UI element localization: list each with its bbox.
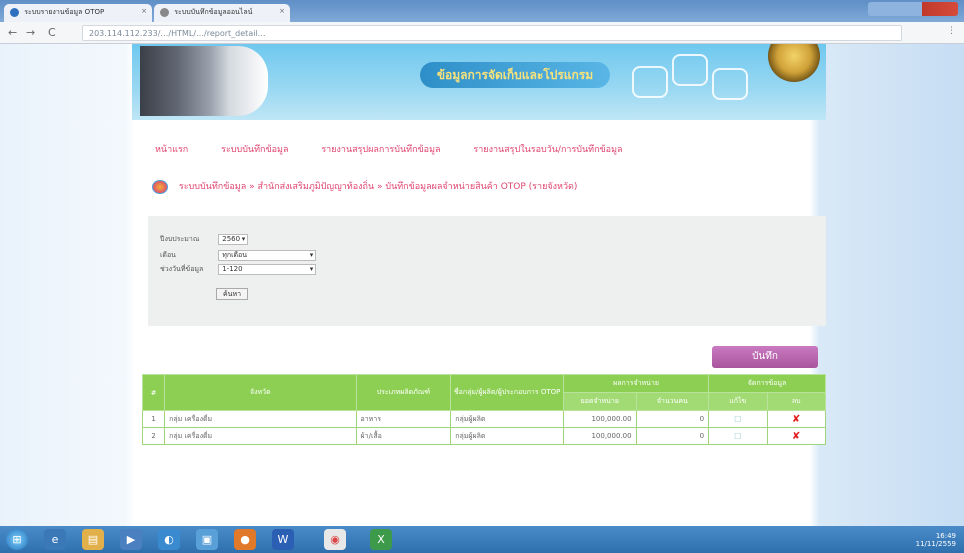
cell-group: กลุ่มผู้ผลิต [450, 427, 565, 445]
cell-province: กลุ่ม เครื่องดื่ม [164, 410, 357, 428]
breadcrumb-text: ระบบบันทึกข้อมูล » สำนักส่งเสริมภูมิปัญญ… [178, 182, 578, 192]
menu-icon[interactable]: ⋮ [947, 26, 956, 36]
browser-tab-2[interactable]: ระบบบันทึกข้อมูลออนไลน์ × [154, 4, 290, 22]
menu-item-record[interactable]: ระบบบันทึกข้อมูล [221, 145, 288, 155]
menu-item-report[interactable]: รายงานสรุปผลการบันทึกข้อมูล [321, 145, 440, 155]
back-icon[interactable]: ← [8, 26, 17, 39]
page-icon [160, 7, 169, 17]
flower-icon [152, 179, 168, 194]
year-label: ปีงบประมาณ [160, 235, 200, 243]
hexagon-decoration [672, 54, 708, 86]
servers-image [140, 46, 268, 116]
firefox-icon[interactable]: ● [234, 529, 256, 550]
delete-icon[interactable]: ✘ [792, 431, 800, 442]
cell-amount: 100,000.00 [563, 427, 637, 445]
ie-icon[interactable]: e [44, 529, 66, 550]
search-button[interactable]: ค้นหา [216, 288, 249, 300]
date-label: ช่วงวันที่ข้อมูล [160, 265, 204, 273]
url-input[interactable]: 203.114.112.233/…/HTML/…/report_detail… [82, 25, 902, 41]
delete-icon[interactable]: ✘ [792, 414, 800, 425]
app-icon[interactable]: ◐ [158, 529, 180, 550]
system-tray[interactable]: 16:49 11/11/2559 [916, 532, 956, 548]
date-select[interactable]: 1-120 [218, 264, 317, 275]
month-label: เดือน [160, 251, 176, 259]
filter-panel: ปีงบประมาณ 2560 เดือน ทุกเดือน ช่วงวันที… [148, 216, 826, 326]
column-header-amount: ยอดจำหน่าย [563, 392, 637, 411]
clock-date: 11/11/2559 [915, 540, 956, 548]
delete-cell: ✘ [766, 427, 826, 445]
forward-icon[interactable]: → [26, 26, 35, 39]
cell-amount: 100,000.00 [563, 410, 637, 428]
menu-item-summary[interactable]: รายงานสรุปในรอบวัน/การบันทึกข้อมูล [473, 145, 622, 155]
cell-no: 2 [141, 427, 166, 445]
filter-year-row: ปีงบประมาณ 2560 [160, 234, 249, 245]
excel-icon[interactable]: X [370, 529, 392, 550]
clock-time: 16:49 [935, 532, 956, 540]
edit-cell: ☐ [708, 427, 768, 445]
page-viewport: ข้อมูลการจัดเก็บและโปรแกรม หน้าแรก ระบบบ… [0, 44, 964, 526]
tab-label: ระบบบันทึกข้อมูลออนไลน์ [174, 8, 253, 16]
table-row: 1 กลุ่ม เครื่องดื่ม อาหาร กลุ่มผู้ผลิต 1… [141, 410, 826, 428]
media-icon[interactable]: ▶ [120, 529, 142, 550]
cell-type: ผ้า/เสื้อ [355, 427, 452, 445]
browser-tab-1[interactable]: ระบบรายงานข้อมูล OTOP × [4, 4, 152, 22]
edit-cell: ☐ [708, 410, 768, 428]
cell-province: กลุ่ม เครื่องดื่ม [164, 427, 357, 445]
month-select[interactable]: ทุกเดือน [218, 250, 317, 261]
table-row: 2 กลุ่ม เครื่องดื่ม ผ้า/เสื้อ กลุ่มผู้ผล… [141, 427, 826, 445]
add-record-button[interactable]: บันทึก [712, 346, 818, 368]
filter-date-row: ช่วงวันที่ข้อมูล 1-120 [160, 264, 317, 275]
address-bar: ← → C 203.114.112.233/…/HTML/…/report_de… [0, 22, 964, 44]
reload-icon[interactable]: C [48, 26, 56, 39]
window-controls[interactable] [868, 2, 958, 16]
government-seal-logo [768, 44, 820, 82]
cell-type: อาหาร [355, 410, 452, 428]
column-header-group: ชื่อกลุ่ม/ผู้ผลิต/ผู้ประกอบการ OTOP [450, 374, 565, 411]
word-icon[interactable]: W [272, 529, 294, 550]
hexagon-decoration [632, 66, 668, 98]
os-taskbar: ⊞ e ▤ ▶ ◐ ▣ ● W ◉ X 16:49 11/11/2559 [0, 526, 964, 553]
banner-title: ข้อมูลการจัดเก็บและโปรแกรม [420, 62, 610, 88]
column-header-edit: แก้ไข [708, 392, 768, 411]
column-header-no: # [141, 374, 166, 411]
column-header-province: จังหวัด [164, 374, 357, 411]
browser-tabbar: ระบบรายงานข้อมูล OTOP × ระบบบันทึกข้อมูล… [0, 0, 964, 22]
year-select[interactable]: 2560 [218, 234, 249, 245]
column-header-count: จำนวนคน [635, 392, 710, 411]
close-icon[interactable]: × [141, 7, 147, 15]
edit-icon[interactable]: ☐ [734, 432, 741, 441]
edit-icon[interactable]: ☐ [734, 415, 741, 424]
filter-month-row: เดือน ทุกเดือน [160, 250, 317, 261]
main-menu: หน้าแรก ระบบบันทึกข้อมูล รายงานสรุปผลการ… [155, 142, 653, 156]
column-header-manage: จัดการข้อมูล [708, 374, 826, 393]
records-table: # จังหวัด ประเภทผลิตภัณฑ์ ชื่อกลุ่ม/ผู้ผ… [141, 374, 826, 445]
breadcrumb: ระบบบันทึกข้อมูล » สำนักส่งเสริมภูมิปัญญ… [152, 179, 577, 194]
folder-icon[interactable]: ▤ [82, 529, 104, 550]
globe-icon [10, 7, 19, 17]
cell-no: 1 [141, 410, 166, 428]
menu-item-home[interactable]: หน้าแรก [155, 145, 188, 155]
close-icon[interactable]: × [279, 7, 285, 15]
window-icon[interactable]: ▣ [196, 529, 218, 550]
cell-count: 0 [635, 427, 710, 445]
site-banner: ข้อมูลการจัดเก็บและโปรแกรม [132, 44, 826, 120]
column-header-type: ประเภทผลิตภัณฑ์ [355, 374, 452, 411]
column-header-delete: ลบ [766, 392, 826, 411]
start-icon[interactable]: ⊞ [6, 529, 28, 550]
column-header-sales: ผลการจำหน่าย [563, 374, 710, 393]
chrome-icon[interactable]: ◉ [324, 529, 346, 550]
cell-group: กลุ่มผู้ผลิต [450, 410, 565, 428]
cell-count: 0 [635, 410, 710, 428]
hexagon-decoration [712, 68, 748, 100]
tab-label: ระบบรายงานข้อมูล OTOP [24, 8, 105, 16]
delete-cell: ✘ [766, 410, 826, 428]
